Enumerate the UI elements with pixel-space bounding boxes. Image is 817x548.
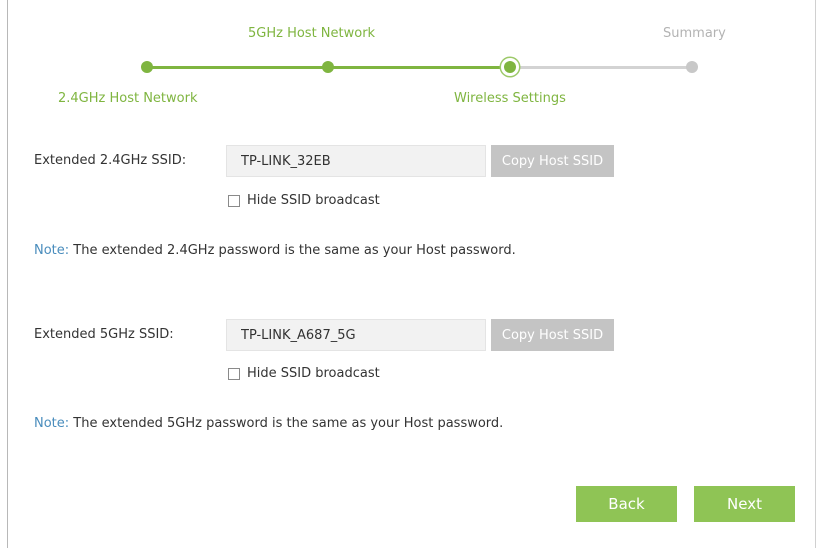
hide-ssid-24ghz-label: Hide SSID broadcast [247,193,380,208]
extended-5ghz-ssid-label: Extended 5GHz SSID: [34,327,174,342]
hide-ssid-5ghz-checkbox[interactable] [228,367,240,380]
extended-5ghz-ssid-input[interactable] [226,319,486,351]
hide-ssid-24ghz-checkbox[interactable] [228,194,240,207]
note-5ghz: Note: The extended 5GHz password is the … [34,416,503,431]
next-button[interactable]: Next [694,486,795,522]
extended-24ghz-ssid-input[interactable] [226,145,486,177]
progress-track-remaining [510,66,692,69]
note-24ghz: Note: The extended 2.4GHz password is th… [34,243,516,258]
hide-ssid-5ghz-row: Hide SSID broadcast [228,366,380,381]
note-24ghz-key: Note: [34,243,70,258]
hide-ssid-24ghz-row: Hide SSID broadcast [228,193,380,208]
step-label-2-4ghz-host-network: 2.4GHz Host Network [58,91,198,106]
note-5ghz-text: The extended 5GHz password is the same a… [73,416,504,431]
step-dot-2-4ghz-host-network [141,61,153,73]
wizard-stepper: 5GHz Host Network Summary 2.4GHz Host Ne… [0,0,817,110]
step-label-wireless-settings: Wireless Settings [454,91,566,106]
copy-host-ssid-24ghz-button[interactable]: Copy Host SSID [491,145,614,177]
note-5ghz-key: Note: [34,416,70,431]
note-24ghz-text: The extended 2.4GHz password is the same… [73,243,516,258]
step-label-5ghz-host-network: 5GHz Host Network [248,26,376,41]
extended-24ghz-ssid-label: Extended 2.4GHz SSID: [34,153,187,168]
step-dot-summary [686,61,698,73]
back-button[interactable]: Back [576,486,677,522]
step-dot-5ghz-host-network [322,61,334,73]
copy-host-ssid-5ghz-button[interactable]: Copy Host SSID [491,319,614,351]
step-dot-wireless-settings [504,61,516,73]
hide-ssid-5ghz-label: Hide SSID broadcast [247,366,380,381]
step-label-summary: Summary [663,26,726,41]
